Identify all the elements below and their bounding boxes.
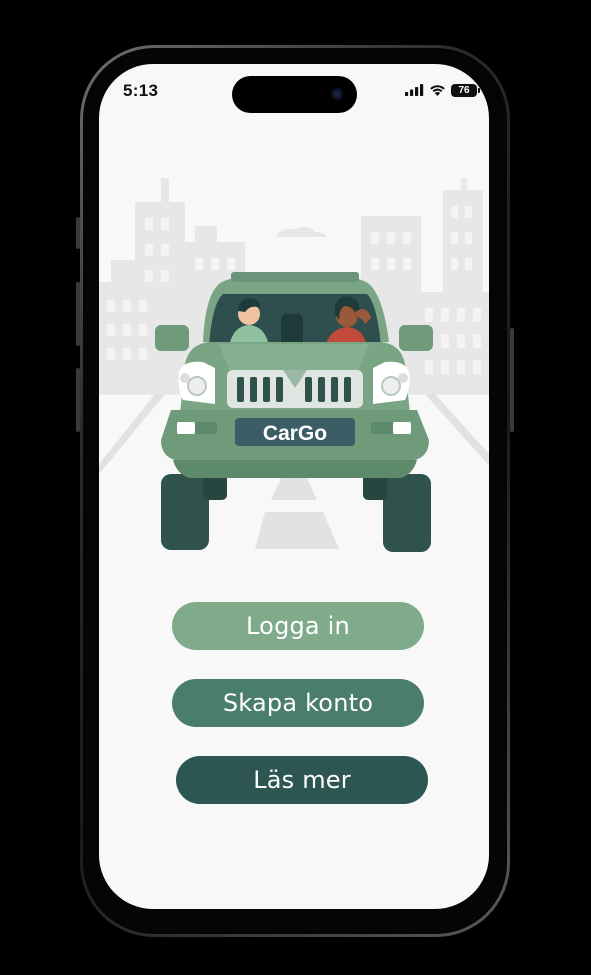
read-more-button[interactable]: Läs mer xyxy=(176,756,428,804)
status-icons: 76 xyxy=(405,83,480,97)
battery-level: 76 xyxy=(458,84,470,96)
battery-indicator: 76 xyxy=(451,83,480,97)
license-plate-text: CarGo xyxy=(263,422,327,445)
status-time: 5:13 xyxy=(123,81,159,100)
power-button xyxy=(510,328,514,432)
create-account-button[interactable]: Skapa konto xyxy=(172,679,424,727)
wifi-icon xyxy=(430,85,445,96)
cellular-signal-icon xyxy=(405,84,424,96)
hero-illustration: CarGo xyxy=(99,178,489,552)
app-screen: 5:13 76 CarGo Logga in Skapa konto Läs m… xyxy=(99,64,489,909)
dynamic-island xyxy=(232,76,357,113)
login-button[interactable]: Logga in xyxy=(172,602,424,650)
status-bar: 5:13 76 xyxy=(99,64,489,118)
volume-up-button xyxy=(76,282,80,346)
volume-down-button xyxy=(76,368,80,432)
action-button xyxy=(76,217,80,249)
front-camera-icon xyxy=(331,88,343,100)
